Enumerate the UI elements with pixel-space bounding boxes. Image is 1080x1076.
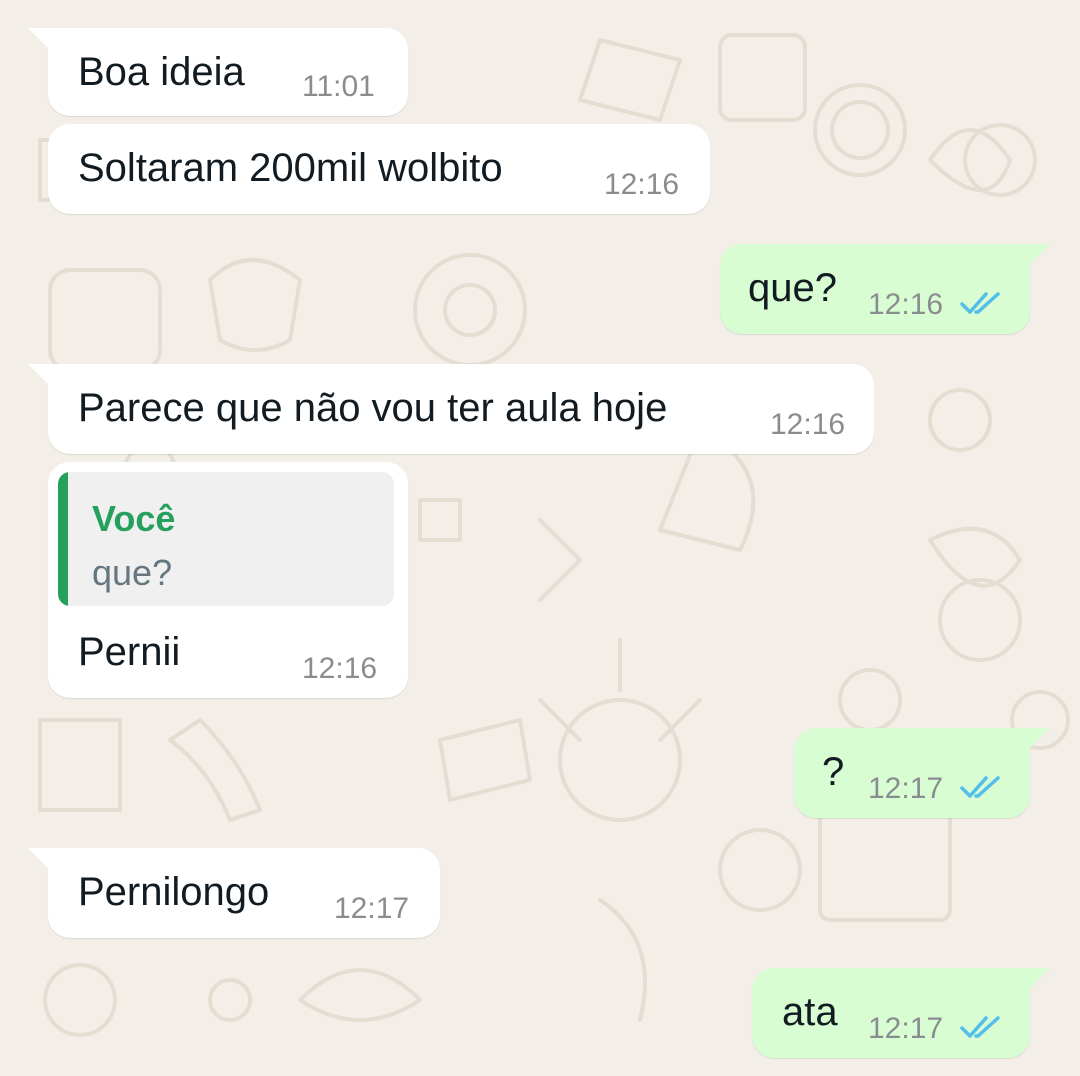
bubble-tail — [28, 364, 50, 386]
message-incoming[interactable]: Parece que não vou ter aula hoje 12:16 — [28, 364, 874, 454]
message-time: 12:16 — [604, 168, 680, 201]
bubble-tail — [28, 28, 50, 50]
bubble-tail — [28, 848, 50, 870]
message-time: 12:16 — [302, 652, 378, 685]
read-double-tick-icon — [960, 1016, 1000, 1038]
message-list[interactable]: Boa ideia 11:01 Soltaram 200mil wolbito … — [0, 0, 1080, 1076]
message-outgoing[interactable]: ata 12:17 — [752, 968, 1050, 1058]
message-incoming[interactable]: Pernilongo 12:17 — [28, 848, 440, 938]
message-time: 11:01 — [302, 70, 375, 103]
message-time: 12:17 — [868, 772, 944, 805]
message-outgoing[interactable]: ? 12:17 — [794, 728, 1050, 818]
message-time: 12:16 — [770, 408, 846, 441]
read-double-tick-icon — [960, 292, 1000, 314]
message-time: 12:16 — [868, 288, 944, 321]
read-double-tick-icon — [960, 776, 1000, 798]
message-outgoing[interactable]: que? 12:16 — [720, 244, 1050, 334]
bubble-tail — [1028, 728, 1050, 750]
message-text: Boa ideia — [78, 50, 245, 94]
bubble-tail — [1028, 244, 1050, 266]
quote-accent-bar — [58, 472, 68, 606]
message-incoming-reply[interactable]: Você que? Pernii 12:16 — [48, 462, 408, 698]
message-text: Pernilongo — [78, 870, 270, 914]
message-text: Pernii — [78, 630, 181, 674]
message-text: Parece que não vou ter aula hoje — [78, 386, 668, 430]
quoted-message[interactable]: Você que? — [58, 472, 394, 606]
message-text: Soltaram 200mil wolbito — [78, 146, 503, 190]
message-text: que? — [748, 266, 837, 310]
message-time: 12:17 — [334, 892, 410, 925]
message-text: ata — [782, 990, 838, 1034]
message-time: 12:17 — [868, 1012, 944, 1045]
message-incoming[interactable]: Soltaram 200mil wolbito 12:16 — [48, 124, 710, 214]
quoted-text: que? — [92, 552, 173, 593]
bubble-tail — [1028, 968, 1050, 990]
message-incoming[interactable]: Boa ideia 11:01 — [28, 28, 408, 116]
message-text: ? — [822, 750, 845, 794]
quoted-author: Você — [92, 498, 176, 539]
